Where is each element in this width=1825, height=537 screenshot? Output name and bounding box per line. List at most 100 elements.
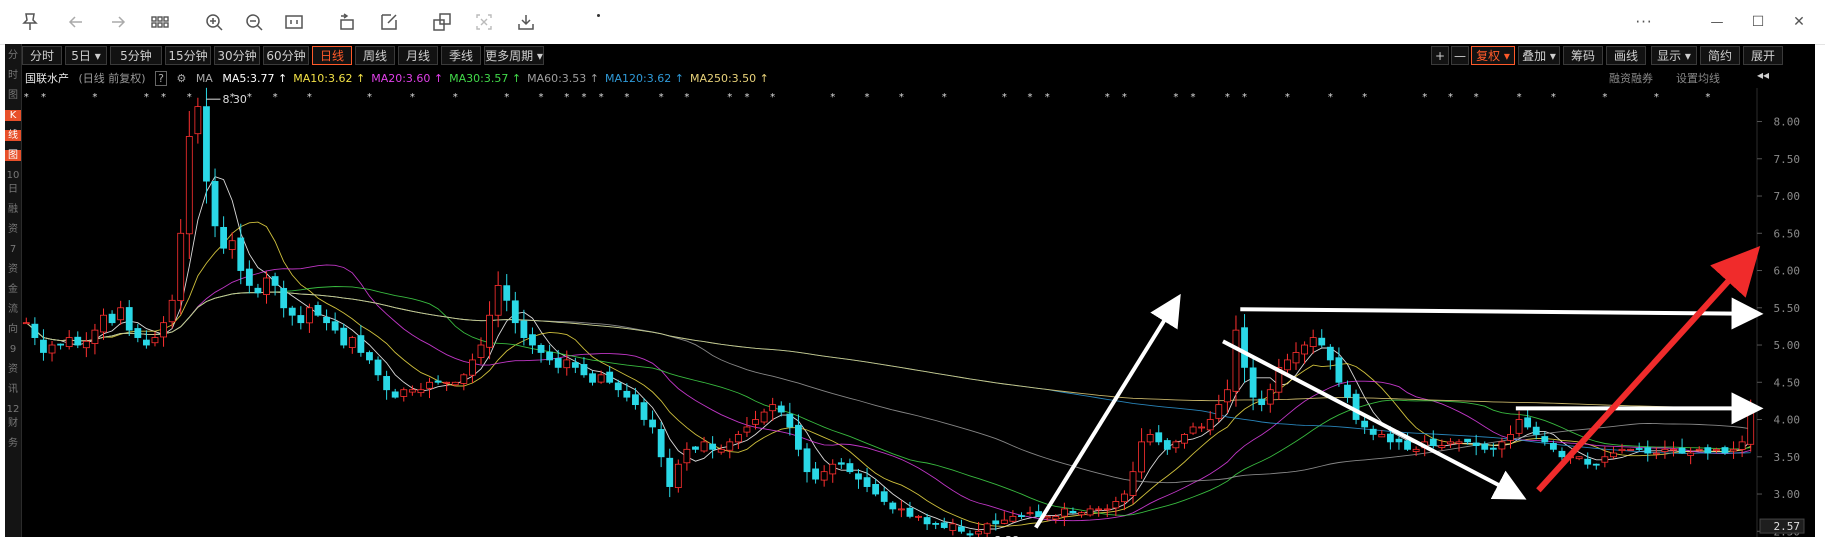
event-marker-147: * bbox=[1285, 92, 1290, 103]
candle-body-158 bbox=[1378, 434, 1386, 438]
candle-body-104 bbox=[915, 515, 922, 518]
candle-body-0 bbox=[22, 322, 30, 325]
candle-body-112 bbox=[983, 523, 991, 534]
candle-body-119 bbox=[1043, 515, 1051, 519]
candle-body-140 bbox=[1223, 389, 1231, 403]
candle-body-191 bbox=[1661, 448, 1669, 452]
candle-body-64 bbox=[571, 362, 579, 368]
candle-body-44 bbox=[400, 389, 408, 397]
candle-body-14 bbox=[142, 339, 150, 346]
event-marker-166: * bbox=[1448, 92, 1453, 103]
candle-body-16 bbox=[160, 322, 167, 338]
candle-body-77 bbox=[683, 448, 691, 464]
candle-body-76 bbox=[674, 463, 682, 488]
candle-body-113 bbox=[992, 520, 1000, 525]
candle-body-48 bbox=[434, 380, 442, 383]
candle-body-137 bbox=[1198, 426, 1206, 429]
candle-body-34 bbox=[314, 305, 322, 316]
event-marker-33: * bbox=[307, 92, 312, 103]
candle-body-65 bbox=[580, 364, 588, 376]
candle-body-115 bbox=[1009, 515, 1017, 522]
event-marker-74: * bbox=[659, 92, 664, 103]
candle-body-50 bbox=[451, 381, 459, 386]
candle-body-173 bbox=[1507, 434, 1514, 441]
event-marker-40: * bbox=[367, 92, 372, 103]
candle-body-138 bbox=[1206, 419, 1214, 431]
event-marker-117: * bbox=[1028, 92, 1033, 103]
candle-body-200 bbox=[1738, 441, 1746, 450]
candle-body-51 bbox=[460, 374, 468, 384]
candle-body-102 bbox=[897, 508, 905, 511]
candle-body-160 bbox=[1395, 438, 1403, 443]
y-tick-label-10: 3.00 bbox=[1774, 488, 1801, 501]
candle-body-130 bbox=[1138, 441, 1145, 473]
candle-body-152 bbox=[1326, 346, 1334, 361]
candle-body-134 bbox=[1172, 441, 1180, 449]
candle-body-75 bbox=[666, 457, 674, 487]
event-marker-136: * bbox=[1191, 92, 1196, 103]
candle-body-81 bbox=[717, 448, 725, 453]
candle-body-32 bbox=[297, 315, 305, 324]
candle-body-36 bbox=[331, 321, 339, 331]
candle-body-35 bbox=[323, 316, 330, 324]
candle-body-42 bbox=[383, 376, 391, 391]
kline-chart[interactable]: 8.00 7.50 7.00 6.50 6.00 5.50 5.00 4.50 4.00 3.50… bbox=[0, 0, 1825, 537]
event-marker-128: * bbox=[1122, 92, 1127, 103]
event-marker-102: * bbox=[899, 92, 904, 103]
candle-body-124 bbox=[1086, 508, 1094, 516]
candle-body-21 bbox=[203, 106, 210, 182]
candle-body-184 bbox=[1601, 456, 1609, 463]
candle-body-22 bbox=[211, 181, 219, 227]
candle-body-123 bbox=[1078, 512, 1085, 516]
candle-body-149 bbox=[1301, 344, 1308, 355]
candle-body-198 bbox=[1721, 447, 1729, 454]
candle-body-30 bbox=[280, 287, 288, 309]
candle-body-155 bbox=[1352, 393, 1360, 420]
candle-body-153 bbox=[1335, 357, 1343, 383]
candle-body-157 bbox=[1369, 428, 1377, 435]
candle-body-109 bbox=[958, 526, 965, 532]
candle-body-165 bbox=[1438, 445, 1446, 448]
high-annotation: 8.30 bbox=[222, 93, 247, 106]
candle-body-106 bbox=[932, 523, 940, 525]
event-marker-82: * bbox=[727, 92, 732, 103]
event-marker-152: * bbox=[1328, 92, 1333, 103]
candle-body-72 bbox=[640, 402, 648, 420]
candle-body-150 bbox=[1309, 337, 1317, 347]
candle-body-39 bbox=[357, 335, 365, 353]
candle-body-154 bbox=[1344, 384, 1351, 398]
candle-body-195 bbox=[1695, 448, 1703, 451]
event-marker-77: * bbox=[684, 92, 689, 103]
candle-body-131 bbox=[1146, 434, 1154, 443]
candle-body-176 bbox=[1532, 426, 1540, 435]
event-marker-174: * bbox=[1517, 92, 1522, 103]
candle-body-97 bbox=[855, 473, 862, 480]
event-marker-184: * bbox=[1602, 92, 1607, 103]
candle-body-54 bbox=[486, 314, 493, 348]
candle-body-169 bbox=[1472, 442, 1480, 446]
candle-body-3 bbox=[48, 344, 56, 354]
y-tick-label-6: 5.00 bbox=[1774, 339, 1801, 352]
candle-body-139 bbox=[1215, 404, 1223, 419]
candle-body-96 bbox=[846, 463, 854, 473]
candle-body-73 bbox=[649, 419, 656, 428]
candle-body-52 bbox=[469, 359, 476, 376]
white-up-arrow bbox=[1034, 293, 1181, 529]
candle-body-89 bbox=[786, 413, 794, 428]
candle-body-197 bbox=[1712, 448, 1720, 451]
candle-body-91 bbox=[803, 448, 811, 473]
event-marker-87: * bbox=[770, 92, 775, 103]
candle-body-17 bbox=[168, 299, 176, 323]
candle-body-71 bbox=[632, 394, 639, 406]
candle-body-147 bbox=[1284, 359, 1291, 371]
candle-body-148 bbox=[1292, 352, 1300, 364]
event-marker-134: * bbox=[1173, 92, 1178, 103]
candle-body-90 bbox=[795, 424, 802, 450]
event-marker-196: * bbox=[1705, 92, 1710, 103]
event-marker-45: * bbox=[410, 92, 415, 103]
candle-body-40 bbox=[366, 352, 373, 361]
candle-body-108 bbox=[949, 523, 957, 531]
candle-body-4 bbox=[57, 343, 65, 346]
candle-body-85 bbox=[752, 419, 759, 425]
candle-body-125 bbox=[1095, 508, 1103, 511]
